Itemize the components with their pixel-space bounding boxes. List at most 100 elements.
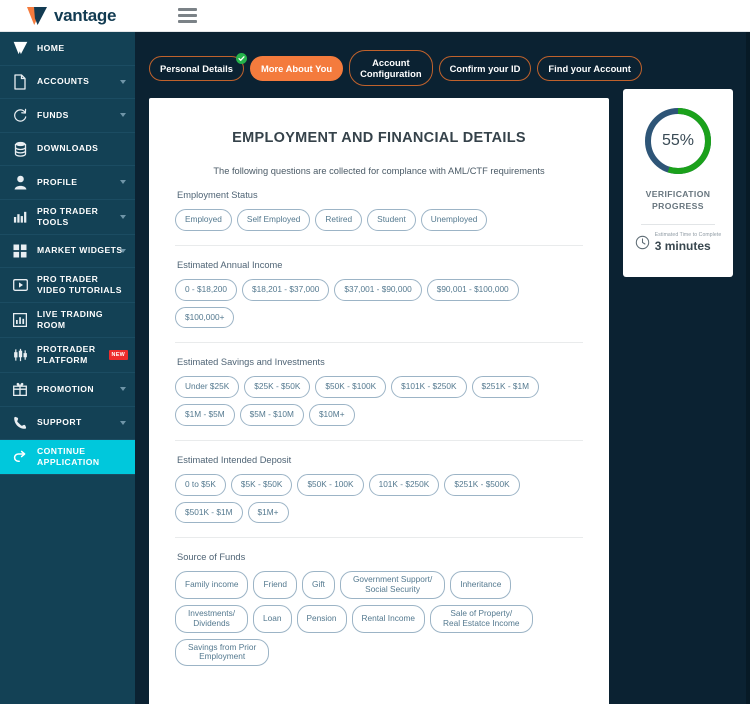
step-tab-personal-details[interactable]: Personal Details	[149, 52, 247, 81]
option-chip[interactable]: Sale of Property/ Real Estatce Income	[430, 605, 533, 633]
sidebar-item-label: MARKET WIDGETS	[37, 245, 123, 256]
sidebar-item-home[interactable]: HOME	[0, 32, 135, 66]
option-chip[interactable]: $5K - $50K	[230, 473, 293, 496]
option-chip[interactable]: Pension	[296, 605, 347, 633]
vantage-v-icon	[12, 40, 28, 56]
option-chip[interactable]: $37,001 - $90,000	[334, 278, 422, 301]
chevron-down-icon[interactable]	[120, 248, 126, 253]
option-chip[interactable]: Rental Income	[351, 605, 425, 633]
eta-label: Estimated Time to Complete	[654, 232, 722, 239]
option-chip[interactable]: Retired	[315, 209, 363, 231]
option-chip[interactable]: $90,001 - $100,000	[426, 278, 519, 301]
section-label: Estimated Savings and Investments	[177, 357, 325, 368]
check-circle-icon	[235, 52, 247, 64]
option-chip[interactable]: Loan	[253, 605, 292, 633]
option-chip-group: Employed Self Employed Retired Student Unemp…	[175, 209, 583, 231]
sidebar-item-pro-trader-video-tutorials[interactable]: PRO TRADER VIDEO TUTORIALS	[0, 268, 135, 303]
option-chip[interactable]: $5M - $10M	[239, 404, 304, 426]
step-tab-more-about-you[interactable]: More About You	[249, 55, 344, 81]
step-label: Confirm your ID	[449, 62, 521, 74]
option-chip[interactable]: $18,201 - $37,000	[241, 278, 330, 301]
option-chip[interactable]: $251K - $1M	[471, 376, 540, 399]
form-section: Source of Funds Family income Friend Gift Go…	[175, 537, 583, 667]
sidebar-item-downloads[interactable]: DOWNLOADS	[0, 133, 135, 166]
sidebar-item-label: FUNDS	[37, 109, 69, 120]
step-label: Account Configuration	[360, 57, 422, 80]
option-chip[interactable]: Under $25K	[175, 376, 240, 399]
progress-ring: 55%	[642, 105, 714, 177]
option-chip[interactable]: Self Employed	[236, 209, 311, 231]
step-label: Personal Details	[160, 62, 233, 74]
option-chip[interactable]: Inheritance	[450, 571, 512, 600]
option-chip[interactable]: $25K - $50K	[244, 376, 311, 399]
sidebar-item-accounts[interactable]: ACCOUNTS	[0, 66, 135, 99]
option-chip[interactable]: Government Support/ Social Security	[339, 571, 446, 600]
form-section: Estimated Savings and Investments Under $…	[175, 342, 583, 426]
sidebar-item-profile[interactable]: PROFILE	[0, 166, 135, 200]
chevron-down-icon[interactable]	[120, 180, 126, 185]
sidebar-item-protrader-platform[interactable]: PROTRADER PLATFORM NEW	[0, 338, 135, 373]
page-subtitle: The following questions are collected fo…	[213, 166, 545, 176]
step-tab-confirm-your-id[interactable]: Confirm your ID	[438, 55, 532, 81]
sidebar-item-label: CONTINUE APPLICATION	[37, 446, 100, 467]
option-chip-group: Family income Friend Gift Government Suppor…	[175, 571, 583, 667]
sidebar-item-funds[interactable]: FUNDS	[0, 99, 135, 133]
form-section: Employment Status Employed Self Employed Re…	[175, 176, 583, 231]
option-chip[interactable]: $100,000+	[175, 306, 235, 329]
option-chip[interactable]: Student	[367, 209, 416, 231]
option-chip[interactable]: $50K - $100K	[315, 376, 387, 399]
sidebar-item-label: PRO TRADER TOOLS	[37, 205, 99, 227]
document-icon	[12, 74, 28, 90]
step-label: Find your Account	[548, 62, 631, 74]
brand-name: vantage	[54, 5, 117, 25]
option-chip[interactable]: $101K - $250K	[391, 376, 467, 399]
page-title: EMPLOYMENT AND FINANCIAL DETAILS	[232, 130, 526, 146]
chevron-down-icon[interactable]	[120, 113, 126, 118]
option-chip[interactable]: $501K - $1M	[175, 501, 243, 524]
step-tab-account-configuration[interactable]: Account Configuration	[349, 50, 433, 87]
verification-progress-card: 55% VERIFICATION PROGRESS Estimated Time…	[623, 89, 733, 277]
candlestick-icon	[12, 347, 28, 363]
sidebar-item-label: PROMOTION	[37, 383, 95, 394]
option-chip[interactable]: $251K - $500K	[444, 473, 520, 496]
sidebar-item-market-widgets[interactable]: MARKET WIDGETS	[0, 235, 135, 268]
sidebar-item-promotion[interactable]: PROMOTION	[0, 373, 135, 407]
phone-icon	[12, 415, 28, 431]
sidebar-item-pro-trader-tools[interactable]: PRO TRADER TOOLS	[0, 200, 135, 235]
chevron-down-icon[interactable]	[120, 420, 126, 425]
section-label: Estimated Intended Deposit	[177, 454, 292, 465]
clock-icon	[635, 235, 649, 250]
chevron-down-icon[interactable]	[120, 387, 126, 392]
sidebar-item-continue-application[interactable]: CONTINUE APPLICATION	[0, 440, 135, 475]
option-chip[interactable]: 0 to $5K	[175, 473, 226, 496]
chart-bars-icon	[12, 209, 28, 225]
option-chip[interactable]: Investments/ Dividends	[175, 605, 249, 633]
option-chip[interactable]: $10M+	[308, 404, 355, 426]
option-chip[interactable]: Friend	[253, 571, 298, 600]
hamburger-menu-icon[interactable]	[178, 8, 198, 23]
progress-title: VERIFICATION PROGRESS	[645, 189, 711, 211]
gift-icon	[12, 381, 28, 397]
sidebar-item-live-trading-room[interactable]: LIVE TRADING ROOM	[0, 303, 135, 338]
right-edge-strip	[746, 32, 750, 704]
person-icon	[12, 174, 28, 190]
option-chip[interactable]: Gift	[302, 571, 335, 600]
chevron-down-icon[interactable]	[120, 214, 126, 219]
option-chip[interactable]: $1M+	[247, 501, 289, 524]
option-chip[interactable]: Employed	[175, 209, 232, 231]
brand-logo[interactable]: vantage	[26, 6, 116, 26]
option-chip[interactable]: 101K - $250K	[368, 473, 440, 496]
option-chip[interactable]: 0 - $18,200	[175, 278, 237, 301]
chevron-down-icon[interactable]	[120, 79, 126, 84]
section-label: Source of Funds	[177, 552, 246, 563]
section-label: Employment Status	[177, 190, 258, 200]
option-chip[interactable]: Unemployed	[420, 209, 488, 231]
option-chip[interactable]: $1M - $5M	[175, 404, 235, 426]
sidebar-item-support[interactable]: SUPPORT	[0, 407, 135, 440]
option-chip[interactable]: Savings from Prior Employment	[175, 638, 270, 667]
step-tab-find-your-account[interactable]: Find your Account	[537, 55, 642, 81]
option-chip[interactable]: $50K - 100K	[297, 473, 364, 496]
form-sections: Employment Status Employed Self Employed Re…	[175, 176, 583, 667]
option-chip[interactable]: Family income	[175, 571, 249, 600]
bar-chart-icon	[12, 312, 28, 328]
